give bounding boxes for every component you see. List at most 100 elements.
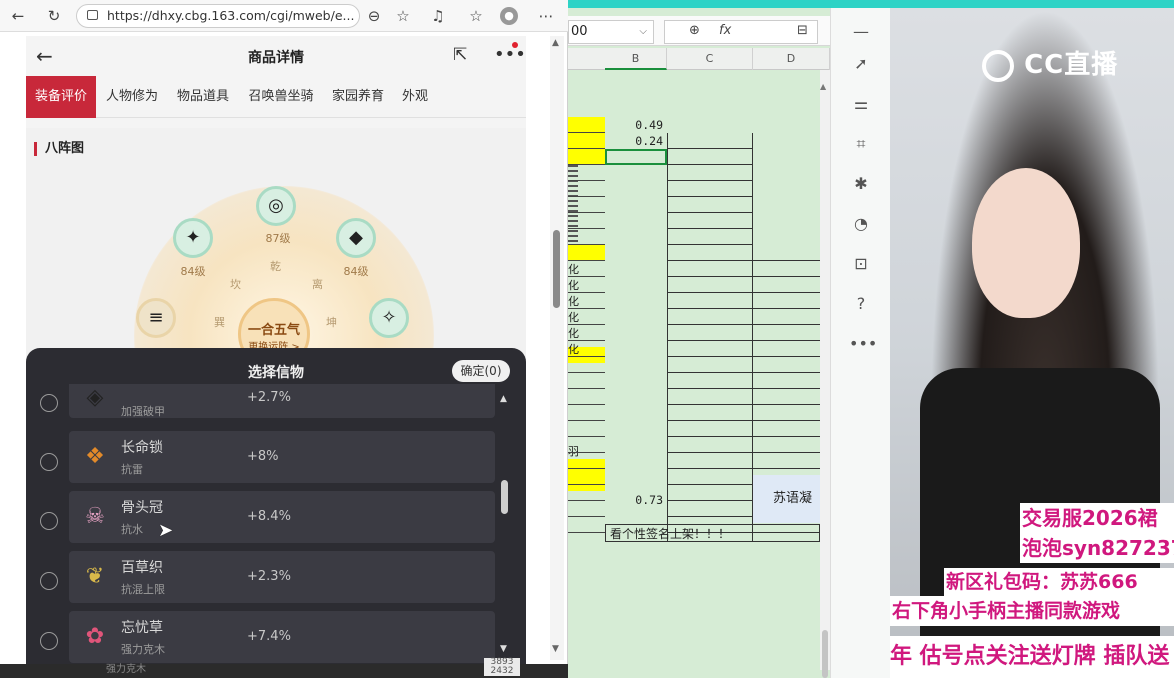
tab-equipment-rating[interactable]: 装备评价	[26, 76, 96, 118]
column-b[interactable]: B	[605, 48, 667, 70]
relic-radio[interactable]	[40, 572, 58, 590]
tab-pets-mounts[interactable]: 召唤兽坐骑	[240, 76, 322, 118]
formula-input[interactable]: ⊕ fx ⊟	[664, 20, 818, 44]
relic-row[interactable]: ☠ 骨头冠 抗水 +8.4%	[69, 491, 495, 543]
share-icon[interactable]: ⇱	[453, 45, 467, 65]
relic-name: 骨头冠	[121, 500, 163, 516]
browser-scrollbar[interactable]: ▲ ▼	[550, 36, 564, 660]
relic-radio[interactable]	[40, 512, 58, 530]
address-toolbar: ← ↻ https://dhxy.cbg.163.com/cgi/mweb/e.…	[0, 0, 568, 32]
fx-icon[interactable]: fx	[719, 23, 731, 38]
scroll-thumb[interactable]	[553, 230, 560, 308]
magic-wand-icon[interactable]: ✱	[849, 172, 873, 196]
relic-effect: 抗混上限	[121, 583, 165, 596]
column-d[interactable]: D	[753, 48, 830, 70]
app-header: ← 商品详情 ⇱ •••	[26, 36, 526, 76]
browser-window: ← ↻ https://dhxy.cbg.163.com/cgi/mweb/e.…	[0, 0, 568, 664]
background-numbers: 3893 2432	[484, 658, 520, 676]
expand-icon[interactable]: ⊟	[797, 23, 808, 38]
relic-node-lower-left[interactable]: ≡	[136, 298, 176, 338]
relic-row[interactable]: ◈ 加强破甲 +2.7%	[69, 384, 495, 418]
extension-icon[interactable]: ♫	[428, 6, 448, 26]
name-box[interactable]: 00 ⌵	[568, 20, 654, 44]
crop-icon[interactable]: ⌗	[849, 132, 873, 156]
relic-effect: 加强破甲	[121, 405, 165, 418]
cursor-icon[interactable]: ➚	[849, 52, 873, 76]
dashboard-icon[interactable]: ◔	[849, 212, 873, 236]
modal-scrollbar[interactable]: ▲ ▼	[498, 394, 512, 656]
scroll-thumb[interactable]	[501, 480, 508, 514]
zoom-icon[interactable]: ⊕	[689, 23, 700, 38]
column-c[interactable]: C	[667, 48, 753, 70]
relic-node-top[interactable]: ◎	[256, 186, 296, 226]
cell-b-value[interactable]: 0.24	[605, 133, 667, 149]
reload-icon[interactable]: ↻	[44, 6, 64, 26]
relic-row[interactable]: ❦ 百草织 抗混上限 +2.3%	[69, 551, 495, 603]
more-icon[interactable]: •••	[849, 332, 877, 356]
scroll-down-icon[interactable]: ▼	[552, 644, 559, 654]
node-level: 87级	[265, 232, 291, 245]
scroll-down-icon[interactable]: ▼	[500, 644, 507, 654]
tab-character[interactable]: 人物修为	[98, 76, 166, 118]
logo-text: CC直播	[1024, 50, 1119, 80]
cell-grid[interactable]: 化 化 化 化 化 化 羽 0.49 0.24 0.73 苏语凝 看个性签名上架…	[568, 117, 820, 542]
star-icon[interactable]: ☆	[393, 6, 413, 26]
trigram-label: 离	[312, 278, 323, 291]
back-icon[interactable]: ←	[8, 6, 28, 26]
more-dots-icon[interactable]: •••	[494, 44, 526, 65]
cell-d-name[interactable]: 苏语凝	[753, 475, 820, 523]
zoom-icon[interactable]: ⊖	[364, 6, 384, 26]
selected-cell[interactable]	[605, 149, 667, 165]
sheet-scrollbar[interactable]: ▲	[820, 70, 830, 678]
cell-b-value[interactable]: 0.49	[605, 117, 667, 133]
node-level: 84级	[180, 265, 206, 278]
relic-bonus: +7.4%	[247, 629, 291, 644]
relic-node-right[interactable]: ◆	[336, 218, 376, 258]
streamer-face	[972, 168, 1080, 318]
modal-title: 选择信物	[248, 365, 304, 381]
note-cell[interactable]: 看个性签名上架！！！	[605, 524, 820, 542]
node-level: 84级	[343, 265, 369, 278]
notification-dot	[512, 42, 518, 48]
url-field[interactable]: https://dhxy.cbg.163.com/cgi/mweb/e...	[76, 4, 360, 28]
more-icon[interactable]: ⋯	[536, 6, 556, 26]
relic-node-lower-right[interactable]: ✧	[369, 298, 409, 338]
relic-effect: 抗雷	[121, 463, 143, 476]
mouse-cursor-icon: ➤	[158, 520, 174, 541]
minimize-icon[interactable]: —	[849, 20, 873, 44]
tab-appearance[interactable]: 外观	[394, 76, 436, 118]
cell-b-total[interactable]: 0.73	[605, 492, 667, 508]
tab-items[interactable]: 物品道具	[168, 76, 238, 118]
flower-icon: ✿	[85, 624, 105, 649]
scroll-icon: ≡	[148, 307, 164, 328]
chevron-down-icon[interactable]: ⌵	[639, 21, 647, 43]
relic-radio[interactable]	[40, 394, 58, 412]
relic-radio[interactable]	[40, 632, 58, 650]
crystal-icon: ✧	[381, 307, 397, 328]
relic-radio[interactable]	[40, 453, 58, 471]
scroll-thumb[interactable]	[822, 630, 828, 678]
butterfly-icon: ❦	[85, 564, 105, 589]
help-icon[interactable]: ?	[849, 292, 873, 316]
scroll-up-icon[interactable]: ▲	[820, 82, 826, 91]
relic-row[interactable]: ❖ 长命锁 抗雷 +8%	[69, 431, 495, 483]
tab-home[interactable]: 家园养育	[324, 76, 392, 118]
confirm-button[interactable]: 确定(0)	[452, 360, 510, 382]
relic-bonus: +8%	[247, 449, 279, 464]
relic-row[interactable]: ✿ 忘忧草 强力克木 +7.4%	[69, 611, 495, 663]
profile-icon[interactable]: ●	[500, 7, 518, 25]
number-text: 2432	[490, 666, 514, 676]
book-search-icon[interactable]: ⊡	[849, 252, 873, 276]
cc-logo-icon	[982, 49, 1014, 82]
sliders-icon[interactable]: ⚌	[849, 92, 873, 116]
relic-name: 忘忧草	[121, 620, 163, 636]
background-text: 强力克木	[106, 664, 146, 675]
overlay-text: 泡泡syn827237	[1020, 533, 1174, 563]
tab-bar: 装备评价 人物修为 物品道具 召唤兽坐骑 家园养育 外观	[26, 76, 526, 118]
favorites-icon[interactable]: ☆	[466, 6, 486, 26]
taskbar-strip: 强力克木	[0, 664, 568, 678]
scroll-up-icon[interactable]: ▲	[552, 38, 559, 48]
scroll-up-icon[interactable]: ▲	[500, 394, 507, 404]
relic-node-left[interactable]: ✦	[173, 218, 213, 258]
trigram-label: 乾	[270, 260, 281, 273]
